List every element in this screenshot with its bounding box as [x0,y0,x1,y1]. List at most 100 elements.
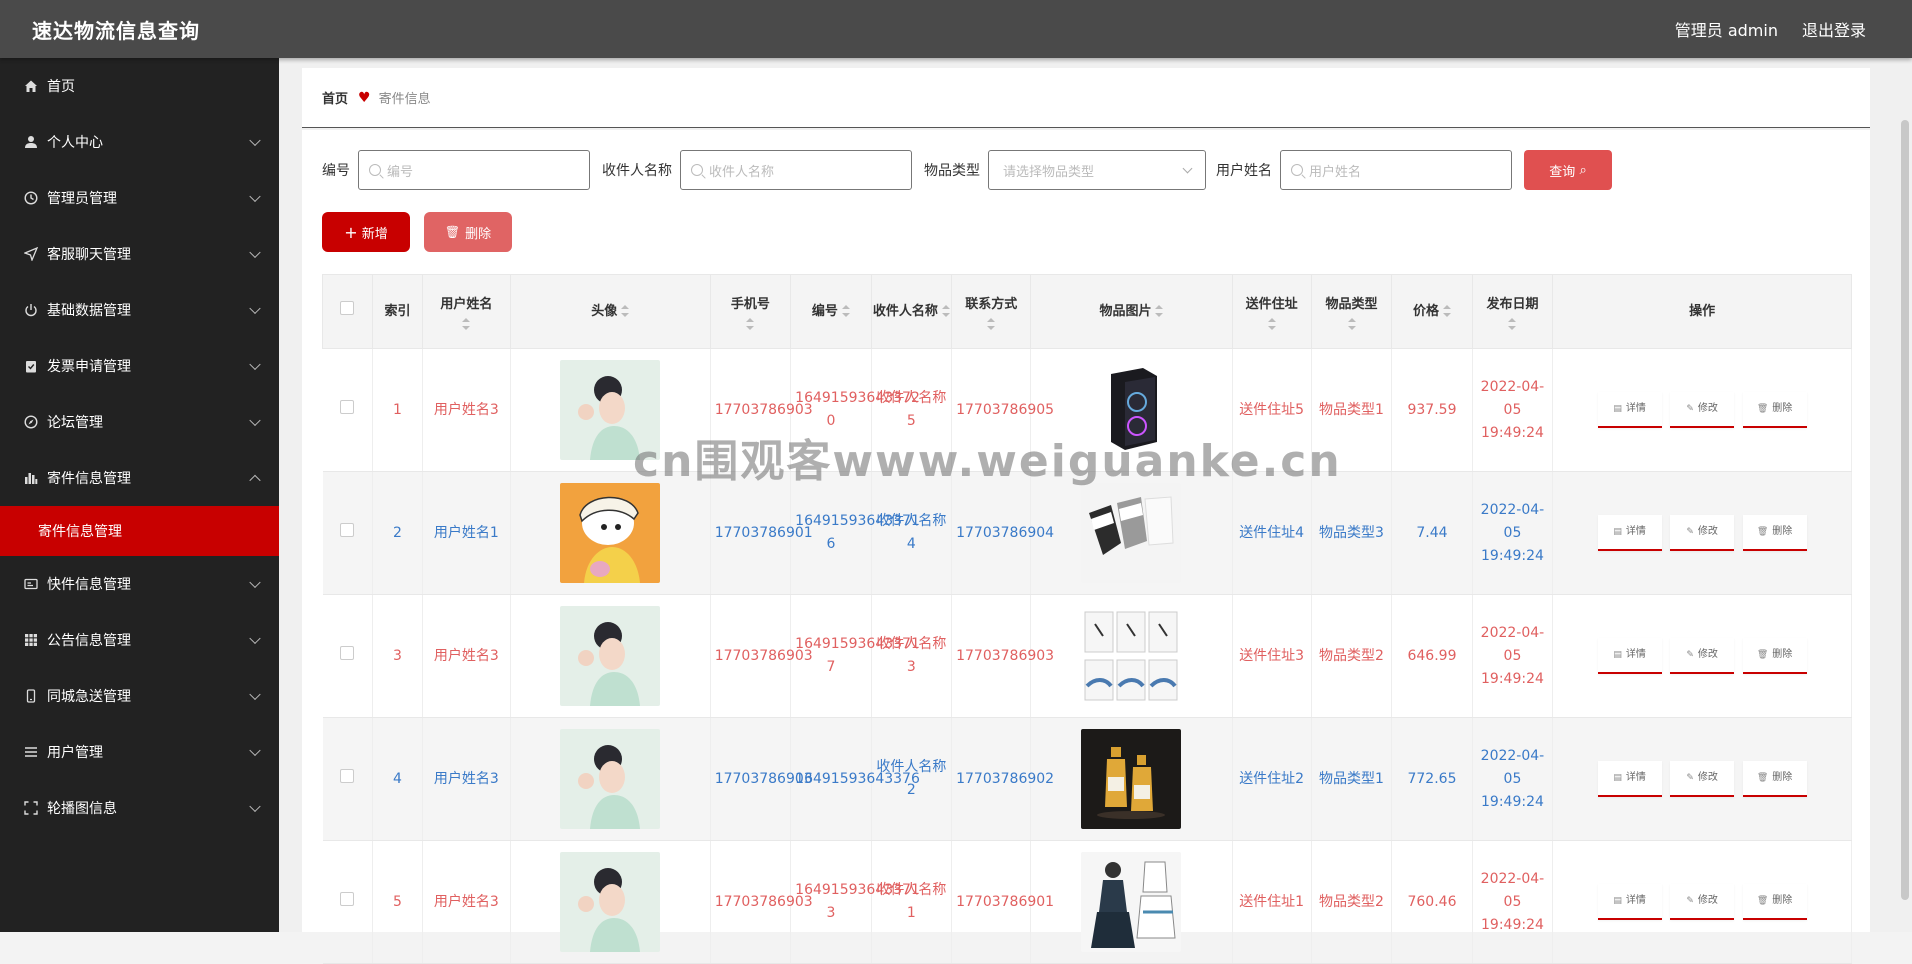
cell-type: 物品类型1 [1311,717,1393,841]
col-username[interactable]: 用户姓名 [421,274,511,349]
receiver-input[interactable]: 收件人名称 [680,150,912,190]
col-receiver[interactable]: 收件人名称 [870,274,953,349]
sidebar-item-home[interactable]: 首页 [0,58,279,114]
detail-button[interactable]: ▤ 详情 [1597,761,1662,797]
sidebar-item-label: 寄件信息管理 [47,471,131,487]
delete-button[interactable]: 🗑 删除 [424,212,512,252]
row-checkbox[interactable] [340,891,355,906]
username-input[interactable]: 用户姓名 [1280,150,1512,190]
sidebar-subitem-shipments[interactable]: 寄件信息管理 [0,506,279,556]
logout-link[interactable]: 退出登录 [1802,17,1866,41]
sidebar-item-carousel[interactable]: 轮播图信息 [0,780,279,836]
sort-icon[interactable] [621,305,630,317]
col-type[interactable]: 物品类型 [1310,274,1393,349]
sidebar-item-label: 客服聊天管理 [47,247,131,263]
avatar-image[interactable] [560,729,661,829]
row-select-cell [322,471,373,595]
heart-icon: ♥ [358,89,371,106]
sort-icon[interactable] [1508,317,1517,330]
row-checkbox[interactable] [340,399,355,414]
chevron-down-icon [249,744,261,757]
sidebar-item-chat[interactable]: 客服聊天管理 [0,226,279,282]
cell-item-image [1030,594,1233,718]
sort-icon[interactable] [462,317,471,330]
chevron-down-icon [249,358,261,371]
sort-icon[interactable] [1155,305,1164,317]
sidebar-item-notices[interactable]: 公告信息管理 [0,612,279,668]
cell-price: 760.46 [1391,840,1473,964]
row-checkbox[interactable] [340,645,355,660]
vertical-scrollbar[interactable] [1901,120,1909,900]
sidebar-item-express[interactable]: 快件信息管理 [0,556,279,612]
sort-icon[interactable] [1267,317,1276,330]
sidebar-item-profile[interactable]: 个人中心 [0,114,279,170]
sort-icon[interactable] [746,317,755,330]
detail-button[interactable]: ▤ 详情 [1597,884,1662,920]
admin-label[interactable]: 管理员 admin [1675,17,1778,41]
detail-button[interactable]: ▤ 详情 [1597,392,1662,428]
col-avatar[interactable]: 头像 [509,274,711,349]
sidebar-item-admins[interactable]: 管理员管理 [0,170,279,226]
avatar-image[interactable] [560,483,661,583]
cell-phone: 17703786903 [710,840,813,964]
col-date[interactable]: 发布日期 [1471,274,1554,349]
cell-address: 送件住址1 [1232,840,1312,964]
row-delete-button[interactable]: 🗑 删除 [1742,392,1807,428]
code-input[interactable]: 编号 [358,150,590,190]
sort-icon[interactable] [987,317,996,330]
col-address[interactable]: 送件住址 [1231,274,1312,349]
item-image[interactable] [1081,606,1182,706]
sidebar-item-users[interactable]: 用户管理 [0,724,279,780]
col-phone[interactable]: 手机号 [709,274,792,349]
avatar-image[interactable] [560,606,661,706]
item-image[interactable] [1081,729,1182,829]
edit-button[interactable]: ✎ 修改 [1670,392,1735,428]
power-icon [22,301,40,319]
sort-icon[interactable] [1347,317,1356,330]
col-contact[interactable]: 联系方式 [951,274,1032,349]
row-checkbox[interactable] [340,768,355,783]
item-image[interactable] [1081,360,1182,460]
sidebar-item-shipments[interactable]: 寄件信息管理 [0,450,279,506]
trash-icon: 🗑 [1756,527,1769,537]
table-row: 2 用户姓名1 17703786901 16491593643371 6 收件人… [322,471,1852,595]
breadcrumb-home[interactable]: 首页 [322,88,348,107]
detail-button[interactable]: ▤ 详情 [1597,515,1662,551]
add-button[interactable]: + 新增 [322,212,410,252]
edit-button[interactable]: ✎ 修改 [1670,761,1735,797]
col-code[interactable]: 编号 [790,274,872,349]
row-delete-button[interactable]: 🗑 删除 [1742,884,1807,920]
avatar-image[interactable] [560,852,661,952]
row-delete-button[interactable]: 🗑 删除 [1742,515,1807,551]
query-button[interactable]: 查询 ⌕ [1524,150,1612,190]
search-icon [1291,164,1303,176]
sidebar-item-same-city[interactable]: 同城急送管理 [0,668,279,724]
cell-address: 送件住址3 [1232,594,1312,718]
col-price[interactable]: 价格 [1391,274,1473,349]
sidebar-item-forum[interactable]: 论坛管理 [0,394,279,450]
avatar-image[interactable] [560,360,661,460]
detail-button[interactable]: ▤ 详情 [1597,638,1662,674]
pencil-icon: ✎ [1686,896,1694,906]
sidebar-subitem-label: 寄件信息管理 [38,524,122,540]
item-image[interactable] [1081,852,1182,952]
row-checkbox[interactable] [340,522,355,537]
edit-button[interactable]: ✎ 修改 [1670,638,1735,674]
select-all-checkbox[interactable] [340,300,355,315]
cell-type: 物品类型2 [1311,594,1393,718]
sidebar-item-invoice[interactable]: 发票申请管理 [0,338,279,394]
cell-date: 2022-04-05 19:49:24 [1472,348,1554,472]
cell-receiver: 收件人名称3 [871,594,953,718]
edit-button[interactable]: ✎ 修改 [1670,884,1735,920]
cell-contact: 17703786904 [951,471,1054,595]
sort-icon[interactable] [1442,305,1451,317]
row-delete-button[interactable]: 🗑 删除 [1742,638,1807,674]
sort-icon[interactable] [841,305,850,317]
sort-icon[interactable] [941,305,950,317]
item-image[interactable] [1081,483,1182,583]
edit-button[interactable]: ✎ 修改 [1670,515,1735,551]
item-type-select[interactable]: 请选择物品类型 [988,150,1206,190]
sidebar-item-basic-data[interactable]: 基础数据管理 [0,282,279,338]
row-delete-button[interactable]: 🗑 删除 [1742,761,1807,797]
col-item-image[interactable]: 物品图片 [1030,274,1233,349]
